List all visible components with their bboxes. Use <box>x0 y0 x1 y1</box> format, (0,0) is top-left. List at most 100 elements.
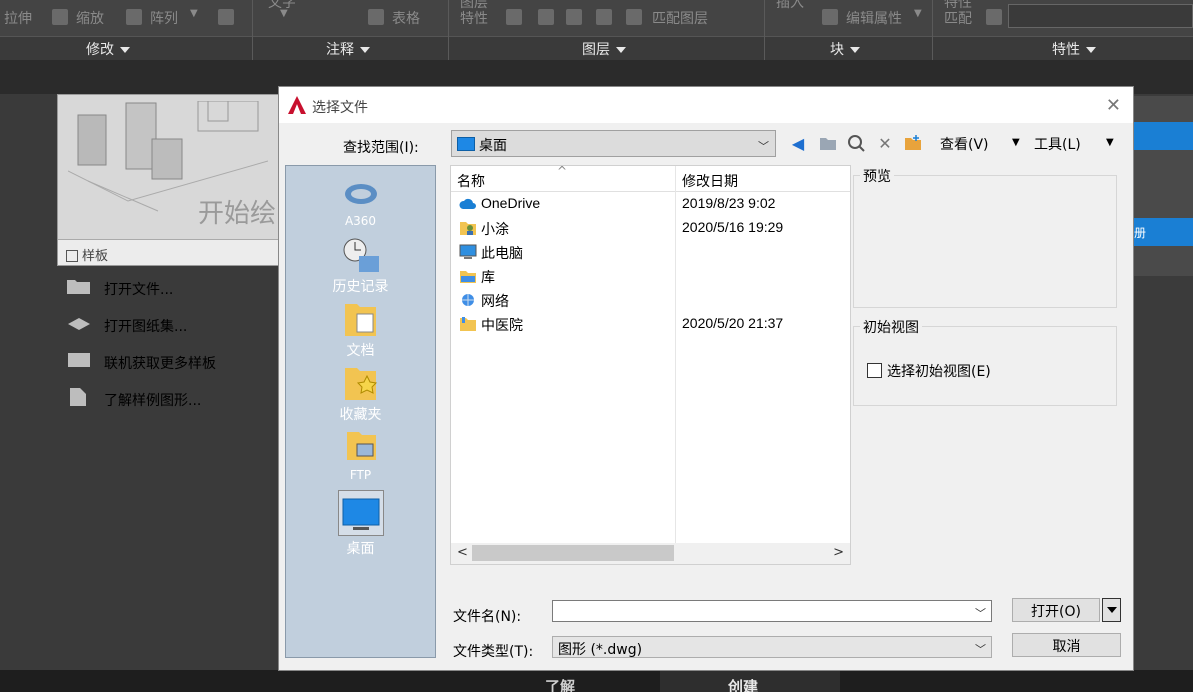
filetype-dropdown[interactable]: 图形 (*.dwg) ﹀ <box>552 636 992 658</box>
horizontal-scrollbar[interactable]: < > <box>451 543 850 564</box>
place-ftp[interactable]: FTP <box>286 428 435 482</box>
layer-properties-button[interactable]: 特性 <box>460 8 488 28</box>
tools-menu-button[interactable]: 工具(L) <box>1034 134 1081 154</box>
match-layer-button[interactable]: 匹配图层 <box>652 8 708 28</box>
list-icon[interactable] <box>986 9 1002 25</box>
template-card[interactable]: 开始绘 样板 <box>57 94 279 266</box>
lookin-label: 查找范围(I): <box>343 140 419 156</box>
autocad-logo-icon <box>288 96 306 114</box>
scroll-left-icon[interactable]: < <box>457 545 468 560</box>
place-favorites[interactable]: 收藏夹 <box>286 364 435 424</box>
place-desktop[interactable]: 桌面 <box>286 490 435 558</box>
network-icon <box>462 294 474 306</box>
ribbon-divider <box>448 0 449 60</box>
templates-online-icon <box>68 353 90 367</box>
dialog-titlebar: 选择文件 ✕ <box>279 87 1133 123</box>
desktop-icon <box>337 490 384 536</box>
array-dropdown-icon[interactable]: ▼ <box>190 8 198 19</box>
back-arrow-icon[interactable]: ◀ <box>788 133 808 153</box>
place-a360[interactable]: A360 <box>286 174 435 228</box>
modify-panel-title[interactable]: 修改 <box>86 39 130 59</box>
library-icon <box>460 271 476 283</box>
tab-learn[interactable]: 了解 <box>545 676 575 692</box>
cancel-button[interactable]: 取消 <box>1012 633 1121 657</box>
chevron-down-icon: ﹀ <box>975 643 986 656</box>
preview-group <box>853 175 1117 308</box>
file-row[interactable]: 此电脑 <box>451 240 850 264</box>
properties-panel-title[interactable]: 特性 <box>1052 39 1096 59</box>
right-blue-tab[interactable]: 册 <box>1134 218 1193 246</box>
stamp-icon[interactable] <box>218 9 234 25</box>
tab-create[interactable]: 创建 <box>660 670 840 692</box>
filename-label: 文件名(N): <box>453 609 522 625</box>
chevron-down-icon <box>850 47 860 53</box>
file-row[interactable]: 小涂 2020/5/16 19:29 <box>451 216 850 240</box>
select-initial-view-label[interactable]: 选择初始视图(E) <box>887 361 991 381</box>
place-history[interactable]: 历史记录 <box>286 236 435 296</box>
place-documents[interactable]: 文档 <box>286 300 435 360</box>
place-label: 收藏夹 <box>339 407 382 423</box>
file-row[interactable]: OneDrive 2019/8/23 9:02 <box>451 192 850 216</box>
layer-tool-icon[interactable] <box>596 9 612 25</box>
file-row[interactable]: 中医院 2020/5/20 21:37 <box>451 312 850 336</box>
tools-dropdown-icon[interactable]: ▼ <box>1106 137 1114 148</box>
column-header-name[interactable]: 名称 <box>457 171 485 191</box>
table-button[interactable]: 表格 <box>392 8 420 28</box>
get-more-templates-label: 联机获取更多样板 <box>104 356 216 372</box>
open-button[interactable]: 打开(O) <box>1012 598 1100 622</box>
template-dropdown[interactable]: 样板 <box>58 239 278 265</box>
place-label: 历史记录 <box>332 279 389 295</box>
view-dropdown-icon[interactable]: ▼ <box>1012 137 1020 148</box>
place-label: 文档 <box>346 343 375 359</box>
select-file-dialog: 选择文件 ✕ 查找范围(I): 桌面 ﹀ ◀ ✕ 查看(V) ▼ 工具(L) ▼… <box>278 86 1134 671</box>
file-row[interactable]: 网络 <box>451 288 850 312</box>
match-layer-icon <box>626 9 642 25</box>
file-row[interactable]: 库 <box>451 264 850 288</box>
filename-field[interactable]: ﹀ <box>552 600 992 622</box>
annotate-panel-label: 注释 <box>326 42 354 58</box>
up-folder-icon[interactable] <box>818 133 838 153</box>
text-dropdown-icon[interactable]: ▼ <box>280 8 288 19</box>
right-blue-tab[interactable] <box>1134 122 1193 150</box>
delete-icon[interactable]: ✕ <box>875 133 895 153</box>
block-panel-title[interactable]: 块 <box>830 39 860 59</box>
file-name: OneDrive <box>481 195 541 211</box>
chevron-down-icon[interactable]: ﹀ <box>975 605 986 621</box>
file-list: 名称 ^ 修改日期 OneDrive 2019/8/23 9:02 小涂 202… <box>450 164 851 565</box>
array-button[interactable]: 阵列 <box>150 8 178 28</box>
column-header-modified[interactable]: 修改日期 <box>682 171 738 191</box>
table-icon <box>368 9 384 25</box>
layers-panel-label: 图层 <box>582 42 610 58</box>
select-initial-view-checkbox[interactable] <box>867 363 882 378</box>
scroll-right-icon[interactable]: > <box>833 545 844 560</box>
insert-button[interactable]: 插入 <box>776 0 804 12</box>
layer-tool-icon[interactable] <box>538 9 554 25</box>
layer-tool-icon[interactable] <box>506 9 522 25</box>
view-menu-button[interactable]: 查看(V) <box>940 134 989 154</box>
layer-settings-icon[interactable] <box>566 9 582 25</box>
place-label: FTP <box>349 468 372 482</box>
file-name: 库 <box>481 269 495 285</box>
scrollbar-thumb[interactable] <box>472 545 674 561</box>
ribbon-divider <box>252 0 253 60</box>
new-folder-icon[interactable] <box>903 133 923 153</box>
dialog-title: 选择文件 <box>312 100 368 116</box>
match-properties-button[interactable]: 匹配 <box>944 8 972 28</box>
file-name: 小涂 <box>481 221 509 237</box>
desktop-icon <box>457 137 475 151</box>
layers-panel-title[interactable]: 图层 <box>582 39 626 59</box>
search-web-icon[interactable] <box>846 133 866 153</box>
properties-input[interactable] <box>1008 4 1193 28</box>
filetype-value: 图形 (*.dwg) <box>558 642 643 658</box>
scale-button[interactable]: 缩放 <box>76 8 104 28</box>
place-label: 桌面 <box>346 541 375 557</box>
lookin-dropdown[interactable]: 桌面 ﹀ <box>451 130 776 157</box>
edit-attribute-button[interactable]: 编辑属性 <box>846 8 902 28</box>
chevron-down-icon <box>1086 47 1096 53</box>
edit-attribute-dropdown-icon[interactable]: ▼ <box>914 8 922 19</box>
annotate-panel-title[interactable]: 注释 <box>326 39 370 59</box>
stretch-button[interactable]: 拉伸 <box>4 8 32 28</box>
open-options-dropdown[interactable] <box>1102 598 1121 622</box>
ribbon-tools-row: 拉伸 缩放 阵列 ▼ 文字 ▼ 表格 图层 特性 匹配图层 插入 编辑属性 ▼ … <box>0 0 1193 36</box>
close-icon[interactable]: ✕ <box>1106 95 1121 116</box>
